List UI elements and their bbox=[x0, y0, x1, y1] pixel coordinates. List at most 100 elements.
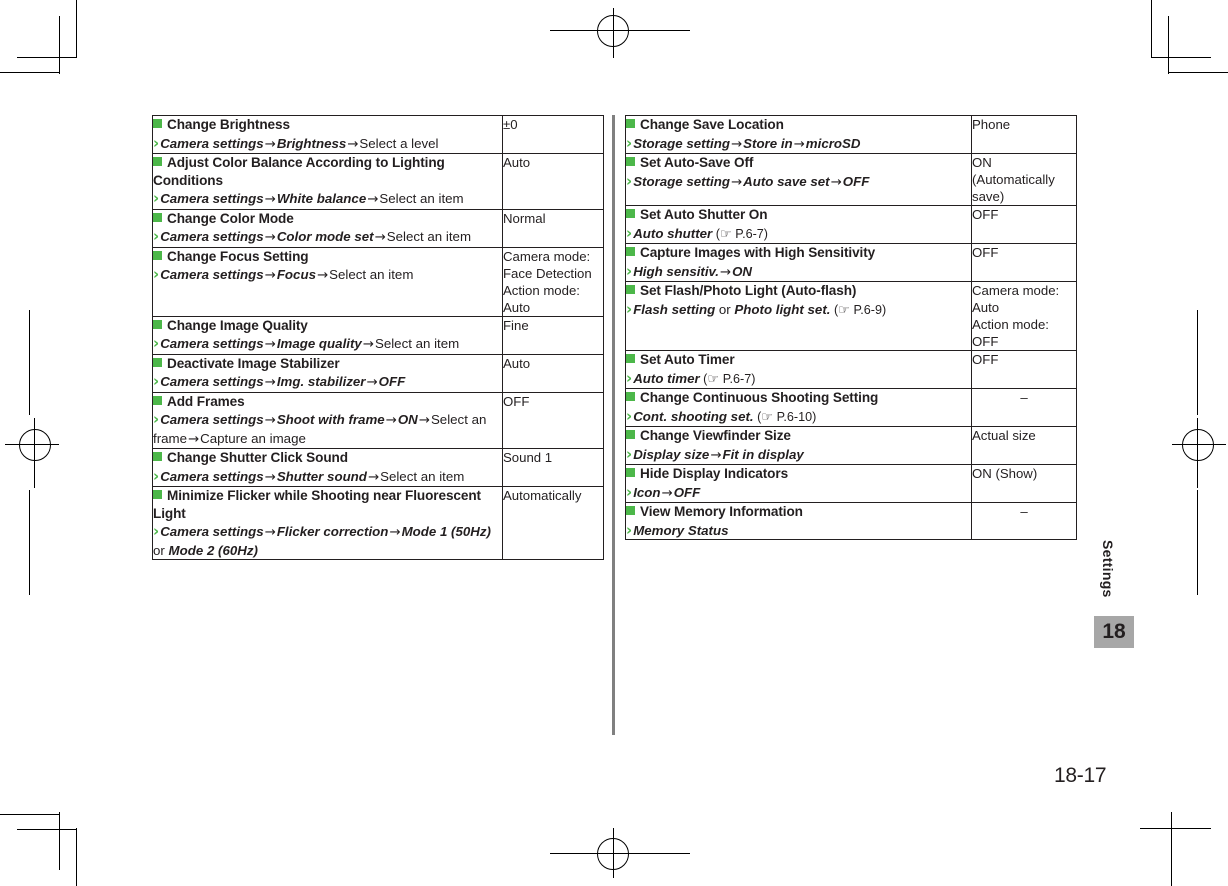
green-square-bullet-icon bbox=[626, 285, 635, 294]
right-table-body: Change Save Location ›Storage setting→Sto… bbox=[625, 115, 1077, 540]
step-segment: Shutter sound bbox=[276, 468, 367, 484]
step-segment: Auto save set bbox=[743, 173, 830, 189]
step-segment: Camera settings bbox=[160, 229, 264, 244]
arrow-right-icon: → bbox=[793, 136, 805, 152]
table-row: Change Continuous Shooting Setting ›Cont.… bbox=[625, 388, 1077, 427]
table-row: Set Auto-Save Off ›Storage setting→Auto s… bbox=[625, 153, 1077, 206]
arrow-right-icon: → bbox=[367, 192, 379, 207]
setting-item-cell: Add Frames ›Camera settings→Shoot with fr… bbox=[152, 391, 503, 449]
setting-heading-text: Change Color Mode bbox=[167, 210, 294, 226]
step-segment: Camera settings bbox=[160, 524, 264, 539]
step-segment: ( bbox=[712, 226, 720, 241]
chevron-right-icon: › bbox=[153, 133, 160, 152]
arrow-right-icon: → bbox=[316, 268, 329, 283]
pointing-hand-icon: ☞ bbox=[838, 302, 850, 318]
step-segment: or bbox=[715, 301, 735, 317]
setting-heading-text: Add Frames bbox=[167, 393, 245, 409]
green-square-bullet-icon bbox=[153, 157, 162, 166]
green-square-bullet-icon bbox=[153, 357, 162, 367]
setting-item-cell: Minimize Flicker while Shooting near Flu… bbox=[152, 486, 503, 560]
setting-default-value: Phone bbox=[971, 115, 1077, 154]
setting-step-path: ›Camera settings→White balance→Select an… bbox=[153, 190, 502, 209]
setting-default-value: ±0 bbox=[502, 115, 604, 154]
arrow-right-icon: → bbox=[830, 174, 842, 190]
table-row: Change Color Mode ›Camera settings →Color … bbox=[152, 208, 604, 248]
chevron-right-icon: › bbox=[153, 522, 160, 540]
table-row: Set Flash/Photo Light (Auto-flash) ›Flash… bbox=[625, 281, 1077, 351]
setting-default-value: Auto bbox=[502, 353, 604, 393]
setting-item-cell: View Memory Information ›Memory Status bbox=[625, 502, 972, 540]
setting-heading-text: Change Viewfinder Size bbox=[640, 428, 791, 443]
setting-default-value: Normal bbox=[502, 208, 604, 248]
setting-default-value: Camera mode: Face Detection Action mode: Au… bbox=[502, 246, 604, 317]
setting-heading-text: Change Shutter Click Sound bbox=[167, 450, 348, 465]
step-segment: P.6-7) bbox=[735, 226, 768, 241]
chevron-right-icon: › bbox=[626, 482, 633, 501]
chevron-right-icon: › bbox=[626, 368, 633, 387]
setting-default-value: ON (Show) bbox=[971, 464, 1077, 503]
step-segment: Icon bbox=[633, 484, 661, 500]
setting-heading: Deactivate Image Stabilizer bbox=[153, 355, 502, 373]
step-segment: Focus bbox=[276, 267, 316, 282]
arrow-right-icon: → bbox=[389, 525, 401, 540]
step-segment: Brightness bbox=[276, 135, 347, 151]
step-segment: Color mode set bbox=[276, 229, 374, 244]
step-segment: Camera settings bbox=[160, 468, 264, 484]
setting-heading: Minimize Flicker while Shooting near Flu… bbox=[153, 487, 502, 522]
setting-item-cell: Hide Display Indicators ›Icon→OFF bbox=[625, 464, 972, 503]
setting-heading-text: Hide Display Indicators bbox=[640, 466, 789, 481]
setting-item-cell: Change Shutter Click Sound ›Camera settin… bbox=[152, 448, 503, 487]
setting-default-value: Sound 1 bbox=[502, 448, 604, 487]
setting-heading: Set Auto-Save Off bbox=[626, 154, 971, 172]
setting-heading: Change Continuous Shooting Setting bbox=[626, 389, 971, 407]
step-segment: Select an item bbox=[374, 336, 460, 351]
table-row: Change Brightness ›Camera settings→Bright… bbox=[152, 115, 604, 154]
step-segment: ON bbox=[397, 412, 418, 427]
arrow-right-icon: → bbox=[264, 469, 276, 485]
step-segment: P.6-10) bbox=[776, 409, 817, 424]
setting-item-cell: Change Focus Setting ›Camera settings→Foc… bbox=[152, 246, 503, 317]
chevron-right-icon: › bbox=[153, 466, 160, 485]
step-segment: Auto timer bbox=[633, 370, 700, 386]
setting-step-path: ›Camera settings→Flicker correction→Mode… bbox=[153, 523, 502, 559]
trim-guide-right-2 bbox=[1197, 490, 1198, 595]
setting-default-value: Camera mode: Auto Action mode: OFF bbox=[971, 281, 1077, 351]
left-settings-table: Change Brightness ›Camera settings→Bright… bbox=[152, 115, 604, 560]
setting-heading: Set Auto Shutter On bbox=[626, 206, 971, 224]
crop-mark-bottom-left-v2 bbox=[59, 812, 60, 870]
table-row: Adjust Color Balance According to Lighti… bbox=[152, 153, 604, 210]
table-row: Change Shutter Click Sound ›Camera settin… bbox=[152, 448, 604, 487]
step-segment: Mode 2 (60Hz) bbox=[168, 542, 258, 558]
setting-item-cell: Set Auto Shutter On ›Auto shutter (☞ P.6-… bbox=[625, 205, 972, 244]
setting-heading-text: Change Brightness bbox=[167, 117, 290, 132]
registration-mark-left bbox=[5, 418, 59, 488]
chevron-right-icon: › bbox=[626, 299, 633, 318]
setting-item-cell: Adjust Color Balance According to Lighti… bbox=[152, 153, 503, 210]
setting-step-path: ›Auto shutter (☞ P.6-7) bbox=[626, 225, 971, 244]
setting-step-path: ›Camera settings→Shoot with frame→ON→Sel… bbox=[153, 411, 502, 448]
setting-heading-text: Set Auto Timer bbox=[640, 352, 735, 367]
page-number: 18-17 bbox=[1054, 764, 1107, 787]
crop-mark-bottom-left-h2 bbox=[17, 829, 77, 830]
arrow-right-icon: → bbox=[374, 230, 386, 245]
setting-item-cell: Set Auto-Save Off ›Storage setting→Auto s… bbox=[625, 153, 972, 206]
column-divider bbox=[612, 115, 615, 735]
step-segment: ON bbox=[732, 263, 753, 279]
setting-heading: Adjust Color Balance According to Lighti… bbox=[153, 154, 502, 189]
setting-step-path: ›Camera settings→Brightness→Select a lev… bbox=[153, 135, 502, 154]
registration-mark-bottom bbox=[550, 828, 690, 878]
setting-default-value: OFF bbox=[971, 205, 1077, 244]
step-segment: Image quality bbox=[276, 336, 362, 351]
setting-item-cell: Change Viewfinder Size ›Display size→Fit … bbox=[625, 426, 972, 465]
setting-step-path: ›Auto timer (☞ P.6-7) bbox=[626, 370, 971, 389]
setting-heading-text: Set Auto-Save Off bbox=[640, 155, 754, 170]
crop-mark-top-right-v bbox=[1151, 0, 1152, 58]
green-square-bullet-icon bbox=[153, 212, 162, 222]
setting-heading-text: Adjust Color Balance According to Lighti… bbox=[153, 155, 445, 188]
crop-mark-top-right-h2 bbox=[1151, 57, 1211, 58]
table-row: Change Save Location ›Storage setting→Sto… bbox=[625, 115, 1077, 154]
setting-step-path: ›Icon→OFF bbox=[626, 484, 971, 503]
setting-default-value: OFF bbox=[971, 243, 1077, 282]
chevron-right-icon: › bbox=[153, 227, 160, 245]
chevron-right-icon: › bbox=[153, 334, 160, 352]
